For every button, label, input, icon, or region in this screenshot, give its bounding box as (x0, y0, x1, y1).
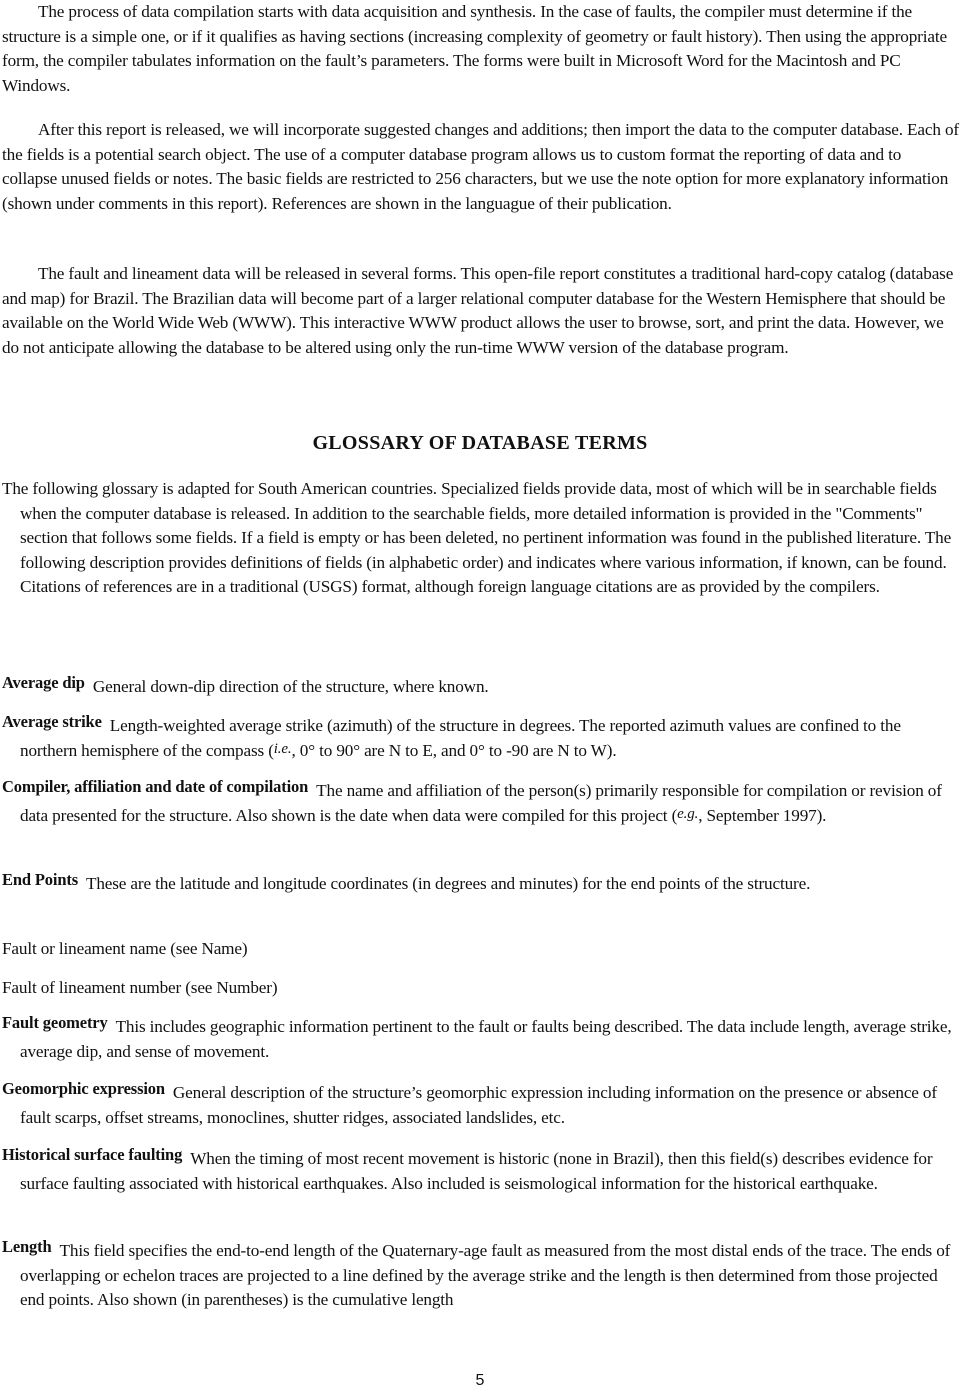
paragraph-data-compilation: The process of data compilation starts w… (2, 0, 960, 98)
glossary-italic-abbrev: i.e. (273, 740, 292, 757)
paragraph-text: The process of data compilation starts w… (2, 2, 947, 95)
glossary-term: Geomorphic expression (2, 1079, 165, 1098)
glossary-entry: Historical surface faulting When the timi… (2, 1145, 960, 1196)
glossary-entry: Geomorphic expression General description… (2, 1079, 960, 1130)
glossary-definition: This field specifies the end-to-end leng… (20, 1241, 951, 1310)
paragraph-text: After this report is released, we will i… (2, 120, 959, 213)
glossary-entry: Compiler, affiliation and date of compil… (2, 777, 960, 829)
glossary-entry: Average dip General down-dip direction of… (2, 673, 960, 700)
glossary-definition: These are the latitude and longitude coo… (86, 874, 811, 893)
page-number: 5 (475, 1372, 485, 1389)
glossary-term: Average dip (2, 673, 85, 692)
glossary-definition: This includes geographic information per… (20, 1017, 952, 1061)
glossary-term: Average strike (2, 712, 102, 731)
glossary-definition: General down-dip direction of the struct… (92, 677, 489, 696)
glossary-entry: Average strike Length-weighted average st… (2, 712, 960, 764)
glossary-entry: Fault geometry This includes geographic i… (2, 1013, 960, 1064)
glossary-intro: The following glossary is adapted for So… (2, 479, 952, 597)
glossary-term: End Points (2, 870, 78, 889)
glossary-term: Fault geometry (2, 1013, 108, 1032)
glossary-crossref: Fault or lineament name (see Name) (2, 939, 248, 958)
glossary-term: Length (2, 1237, 52, 1256)
glossary-entry: End Points These are the latitude and lon… (2, 870, 960, 897)
paragraph-report-release: After this report is released, we will i… (2, 118, 960, 216)
paragraph-release-forms: The fault and lineament data will be rel… (2, 262, 960, 360)
glossary-definition-cont: , 0° to 90° are N to E, and 0° to -90 ar… (291, 740, 617, 760)
paragraph-text: The fault and lineament data will be rel… (2, 264, 954, 357)
glossary-term: Historical surface faulting (2, 1145, 183, 1164)
glossary-definition-cont: , September 1997). (698, 805, 827, 825)
glossary-entry: Length This field specifies the end-to-en… (2, 1237, 960, 1313)
glossary-italic-abbrev: e.g. (677, 805, 699, 822)
glossary-crossref: Fault of lineament number (see Number) (2, 978, 278, 997)
glossary-heading: GLOSSARY OF DATABASE TERMS (312, 432, 648, 454)
glossary-term: Compiler, affiliation and date of compil… (2, 777, 309, 796)
